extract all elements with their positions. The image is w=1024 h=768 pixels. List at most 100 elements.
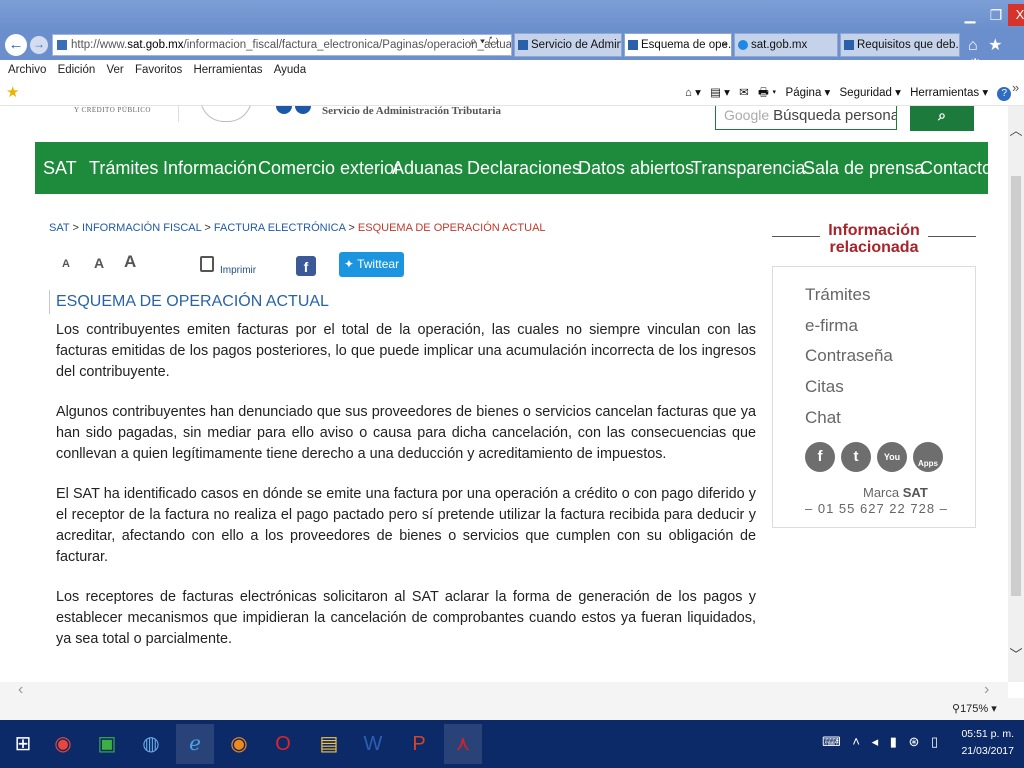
agency-name: Servicio de Administración Tributaria <box>322 106 501 117</box>
breadcrumb-informacion-fiscal[interactable]: INFORMACIÓN FISCAL <box>82 222 201 234</box>
windows-taskbar: ⊞ ◉ ▣ ◍ ℯ ◉ O ▤ W P ⋏ ⌨ ˄ ◂ ▮ ⊛ ▯ 05:51 … <box>0 720 1024 768</box>
related-link-tramites[interactable]: Trámites <box>805 285 871 305</box>
shield-app-icon[interactable]: ◍ <box>132 724 170 764</box>
internet-explorer-icon[interactable]: ℯ <box>176 724 214 764</box>
tab-sat-gob[interactable]: sat.gob.mx <box>734 33 838 57</box>
apps-icon[interactable]: Apps <box>913 442 943 472</box>
url-domain: sat.gob.mx <box>127 39 184 51</box>
system-tray[interactable]: ⌨ ˄ ◂ ▮ ⊛ ▯ <box>822 734 942 750</box>
home-dropdown[interactable]: ⌂ ▾ <box>685 87 701 99</box>
more-commands-icon[interactable]: » <box>1012 80 1019 95</box>
start-button[interactable]: ⊞ <box>4 724 42 764</box>
clock-time: 05:51 p. m. <box>961 728 1014 740</box>
marca-sat: Marca SAT <box>863 485 928 500</box>
menu-ayuda[interactable]: Ayuda <box>274 64 306 76</box>
vertical-scrollbar[interactable]: ︿ ﹀ <box>1008 106 1024 682</box>
scroll-up-icon[interactable]: ︿ <box>1008 120 1024 139</box>
twitter-icon[interactable]: t <box>841 442 871 472</box>
security-menu[interactable]: Seguridad ▾ <box>840 87 901 99</box>
tab-label: Requisitos que deb... <box>857 39 960 51</box>
related-link-citas[interactable]: Citas <box>805 377 844 397</box>
search-placeholder: Búsqueda personaliz <box>773 107 896 124</box>
breadcrumb-separator: > <box>72 222 79 234</box>
nav-tramites[interactable]: Trámites <box>89 142 158 194</box>
facebook-icon[interactable]: f <box>805 442 835 472</box>
store-icon[interactable]: ▣ <box>88 724 126 764</box>
breadcrumb-factura-electronica[interactable]: FACTURA ELECTRÓNICA <box>214 222 345 234</box>
breadcrumb: SAT > INFORMACIÓN FISCAL > FACTURA ELECT… <box>49 222 546 234</box>
related-link-contrasena[interactable]: Contraseña <box>805 346 893 366</box>
address-bar[interactable]: http://www.sat.gob.mx/informacion_fiscal… <box>52 34 512 56</box>
file-explorer-icon[interactable]: ▤ <box>310 724 348 764</box>
breadcrumb-sat[interactable]: SAT <box>49 222 69 234</box>
clock[interactable]: 05:51 p. m. 21/03/2017 <box>950 726 1014 760</box>
font-medium-icon[interactable]: A <box>94 255 104 271</box>
nav-sat[interactable]: SAT <box>43 142 77 194</box>
google-brand: Google <box>724 107 770 123</box>
back-button[interactable]: ← <box>5 34 27 56</box>
heading-rule <box>928 236 976 237</box>
nav-sala-de-prensa[interactable]: Sala de prensa <box>803 142 924 194</box>
powerpoint-icon[interactable]: P <box>400 724 438 764</box>
favorites-star-icon[interactable]: ★ <box>6 83 19 101</box>
firefox-icon[interactable]: ◉ <box>220 724 258 764</box>
opera-icon[interactable]: O <box>264 724 302 764</box>
browser-navbar: ← → http://www.sat.gob.mx/informacion_fi… <box>0 30 1024 74</box>
print-dropdown[interactable]: 🖶 ▾ <box>758 87 776 99</box>
page-menu[interactable]: Página ▾ <box>786 87 831 99</box>
nav-datos-abiertos[interactable]: Datos abiertos <box>578 142 694 194</box>
nav-declaraciones[interactable]: Declaraciones <box>467 142 581 194</box>
nav-contacto[interactable]: Contacto <box>920 142 992 194</box>
feeds-dropdown[interactable]: ▤ ▾ <box>710 87 730 99</box>
menu-favoritos[interactable]: Favoritos <box>135 64 182 76</box>
back-arrow-icon: ← <box>8 36 24 53</box>
menu-ver[interactable]: Ver <box>106 64 123 76</box>
url-prefix: http://www. <box>71 39 128 51</box>
related-info-heading: Información relacionada <box>772 222 976 256</box>
search-button[interactable]: ⌕ <box>910 106 974 131</box>
font-small-icon[interactable]: A <box>62 258 70 270</box>
article-title: ESQUEMA DE OPERACIÓN ACTUAL <box>49 290 329 314</box>
tweet-button[interactable]: ✦ Twittear <box>339 252 404 277</box>
site-search-input[interactable]: GoogleBúsqueda personaliz <box>715 106 897 130</box>
scroll-thumb[interactable] <box>1011 176 1021 596</box>
nav-informacion[interactable]: Información <box>163 142 257 194</box>
minimize-button[interactable]: ▁ <box>956 4 984 26</box>
facebook-icon: f <box>303 259 309 275</box>
acrobat-icon[interactable]: ⋏ <box>444 724 482 764</box>
sat-favicon-icon <box>844 40 854 50</box>
mail-icon[interactable]: ✉ <box>739 87 749 99</box>
related-link-efirma[interactable]: e-firma <box>805 316 858 336</box>
menu-herramientas[interactable]: Herramientas <box>193 64 262 76</box>
facebook-share-button[interactable]: f <box>296 256 316 276</box>
font-large-icon[interactable]: A <box>124 252 136 272</box>
help-icon[interactable]: ? <box>997 87 1012 101</box>
close-window-button[interactable]: X <box>1008 4 1024 26</box>
tab-close-icon[interactable]: × <box>722 34 728 56</box>
tab-esquema[interactable]: Esquema de ope... × <box>624 33 732 57</box>
nav-aduanas[interactable]: Aduanas <box>392 142 463 194</box>
youtube-icon[interactable]: You <box>877 442 907 472</box>
scroll-left-icon[interactable]: ‹ <box>18 682 23 698</box>
word-icon[interactable]: W <box>354 724 392 764</box>
tab-requisitos[interactable]: Requisitos que deb... <box>840 33 960 57</box>
print-link[interactable]: Imprimir <box>220 265 256 276</box>
tab-servicio[interactable]: Servicio de Adminis... <box>514 33 622 57</box>
printer-icon[interactable] <box>200 256 214 272</box>
breadcrumb-separator: > <box>348 222 355 234</box>
nav-transparencia[interactable]: Transparencia <box>691 142 805 194</box>
scroll-right-icon[interactable]: › <box>984 682 989 698</box>
nav-comercio-exterior[interactable]: Comercio exterior <box>258 142 400 194</box>
scroll-down-icon[interactable]: ﹀ <box>1008 644 1024 663</box>
related-link-chat[interactable]: Chat <box>805 408 841 428</box>
tweet-label: Twittear <box>357 257 400 271</box>
address-tools[interactable]: ⌕ ▾ ↻ <box>470 34 499 49</box>
menu-archivo[interactable]: Archivo <box>8 64 46 76</box>
zoom-control[interactable]: ⚲175% ▾ <box>952 702 997 715</box>
tools-menu[interactable]: Herramientas ▾ <box>910 87 988 99</box>
horizontal-scrollbar[interactable]: ‹ › <box>0 682 1008 698</box>
menu-edicion[interactable]: Edición <box>58 64 96 76</box>
chrome-icon[interactable]: ◉ <box>44 724 82 764</box>
maximize-button[interactable]: ❐ <box>982 4 1010 26</box>
forward-button[interactable]: → <box>30 36 48 54</box>
